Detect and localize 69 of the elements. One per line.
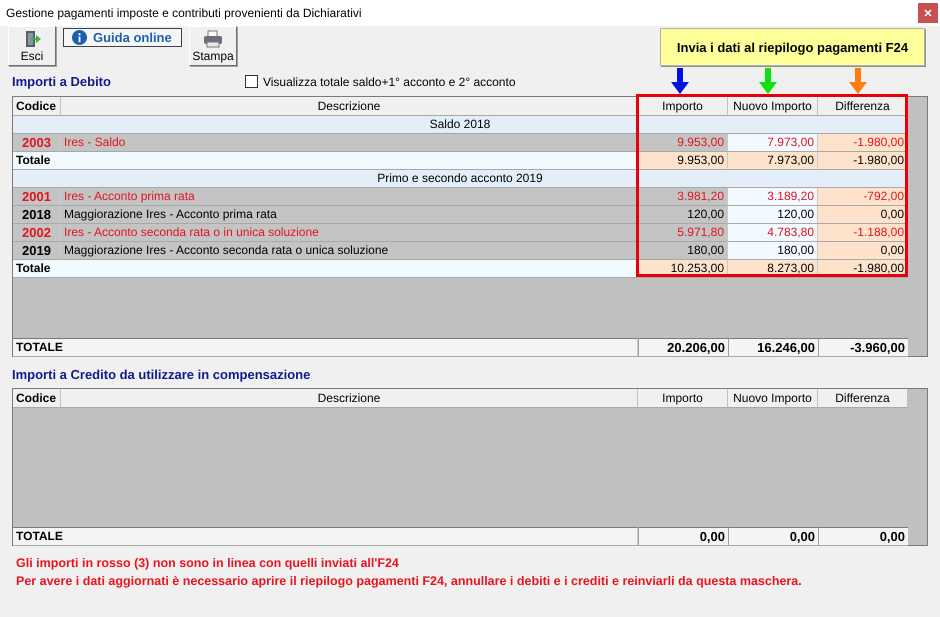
- subtotal-label: Totale: [13, 260, 638, 278]
- down-arrow-icon: [671, 68, 689, 94]
- exit-door-icon: [23, 30, 41, 48]
- column-header: Descrizione: [61, 97, 638, 116]
- table-cell: 4.783,80: [728, 224, 818, 242]
- column-header: Codice: [13, 389, 61, 408]
- section-title: Importi a Debito: [12, 74, 111, 89]
- column-header: Importo: [638, 97, 728, 116]
- table-cell: Maggiorazione Ires - Acconto seconda rata o unica soluzione: [61, 242, 638, 260]
- tax-code: 2003: [13, 134, 61, 152]
- section-title: Importi a Credito da utilizzare in compensazione: [12, 367, 310, 382]
- column-header: Importo: [638, 389, 728, 408]
- total-label: TOTALE: [13, 527, 638, 546]
- help-button[interactable]: Guida online: [63, 28, 182, 47]
- warning-text: Gli importi in rosso (3) non sono in linea con quelli inviati all'F24: [16, 555, 400, 572]
- table-cell: 20.206,00: [638, 338, 728, 357]
- tax-code: 2002: [13, 224, 61, 242]
- table-cell: 180,00: [638, 242, 728, 260]
- column-header: Descrizione: [61, 389, 638, 408]
- down-arrow-icon: [849, 68, 867, 94]
- table-cell: 3.189,20: [728, 188, 818, 206]
- table-cell: -1.980,00: [818, 152, 908, 170]
- table-cell: 0,00: [818, 242, 908, 260]
- section-header: Primo e secondo acconto 2019: [13, 170, 908, 188]
- warning-text: Per avere i dati aggiornati è necessario aprire il riepilogo pagamenti F24, annullare i debiti e i crediti e reinviarli da questa maschera.: [16, 573, 803, 590]
- close-button[interactable]: [918, 3, 938, 23]
- table-cell: 5.971,80: [638, 224, 728, 242]
- table-cell: 180,00: [728, 242, 818, 260]
- down-arrow-icon: [759, 68, 777, 94]
- column-header: Differenza: [818, 389, 908, 408]
- table-cell: -792,00: [818, 188, 908, 206]
- section-header: Saldo 2018: [13, 116, 908, 134]
- total-label: TOTALE: [13, 338, 638, 357]
- column-header: Nuovo Importo: [728, 389, 818, 408]
- table-cell: 0,00: [728, 527, 818, 546]
- exit-button[interactable]: Esci: [8, 26, 56, 66]
- table-cell: Ires - Acconto prima rata: [61, 188, 638, 206]
- table-cell: Ires - Acconto seconda rata o in unica soluzione: [61, 224, 638, 242]
- table-cell: 9.953,00: [638, 152, 728, 170]
- printer-icon: [203, 30, 223, 48]
- table-cell: 3.981,20: [638, 188, 728, 206]
- tax-code: 2019: [13, 242, 61, 260]
- subtotal-label: Totale: [13, 152, 638, 170]
- checkbox-label: Visualizza totale saldo+1° acconto e 2° acconto: [262, 74, 516, 88]
- table-cell: 0,00: [638, 527, 728, 546]
- table-cell: Ires - Saldo: [61, 134, 638, 152]
- print-button[interactable]: Stampa: [189, 26, 237, 66]
- column-header: Nuovo Importo: [728, 97, 818, 116]
- table-cell: 120,00: [728, 206, 818, 224]
- send-button[interactable]: Invia i dati al riepilogo pagamenti F24: [660, 28, 925, 66]
- table-cell: -1.980,00: [818, 134, 908, 152]
- checkbox[interactable]: [244, 75, 258, 88]
- table-cell: 16.246,00: [728, 338, 818, 357]
- table-cell: 7.973,00: [728, 134, 818, 152]
- info-icon: [72, 30, 87, 45]
- table-cell: 0,00: [818, 206, 908, 224]
- table-cell: 7.973,00: [728, 152, 818, 170]
- close-icon: [924, 9, 932, 17]
- tax-code: 2018: [13, 206, 61, 224]
- table-cell: 9.953,00: [638, 134, 728, 152]
- table-cell: 0,00: [818, 527, 908, 546]
- window-title: Gestione pagamenti imposte e contributi provenienti da Dichiarativi: [6, 6, 362, 20]
- table-cell: -3.960,00: [818, 338, 908, 357]
- tax-code: 2001: [13, 188, 61, 206]
- column-header: Codice: [13, 97, 61, 116]
- table-cell: Maggiorazione Ires - Acconto prima rata: [61, 206, 638, 224]
- table-cell: 120,00: [638, 206, 728, 224]
- table-cell: -1.188,00: [818, 224, 908, 242]
- column-header: Differenza: [818, 97, 908, 116]
